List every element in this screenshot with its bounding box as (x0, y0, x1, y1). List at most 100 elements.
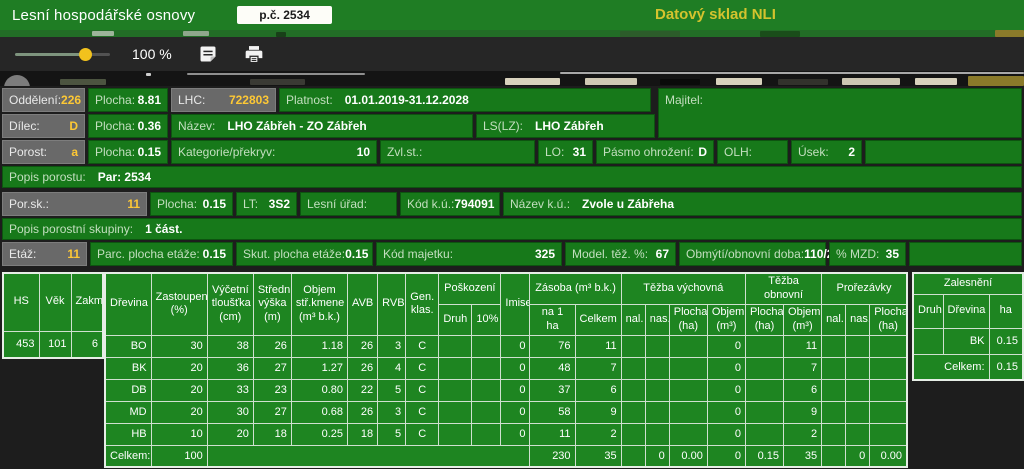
top-header-bar: Lesní hospodářské osnovy p.č. 2534 Datov… (0, 0, 1024, 30)
species-cell: 26 (347, 334, 379, 358)
zoom-level-value: 100 % (132, 46, 172, 62)
species-cell: 38 (206, 334, 254, 358)
species-cell (620, 356, 646, 380)
total-cell: 0 (706, 444, 746, 468)
map-fragment (60, 79, 106, 85)
species-cell (668, 400, 708, 424)
horizontal-scrollbar-thumb[interactable] (560, 72, 1024, 74)
species-cell (471, 378, 502, 402)
species-cell (821, 422, 847, 446)
zalesneni-title: Zalesnění (912, 272, 1024, 295)
col-to-objem: Objem (m³) (783, 303, 823, 336)
zal-total-value: 0.15 (988, 353, 1024, 381)
map-fragment (183, 31, 209, 36)
col-na1ha: na 1 ha (529, 303, 576, 336)
map-fragment (842, 78, 900, 85)
map-toolbar: 100 % (0, 37, 1024, 71)
field-pasmo-ohrozeni: Pásmo ohrožení: D (596, 140, 714, 164)
col-celkem: Celkem (574, 303, 622, 336)
species-cell: 20 (206, 422, 254, 446)
species-cell: 0.80 (290, 378, 349, 402)
vek-header: Věk (38, 272, 72, 332)
species-cell (620, 334, 646, 358)
species-cell (821, 378, 847, 402)
total-cell: 0.00 (869, 444, 908, 468)
species-row: MD 20 30 27 0.68 26 3 C 0 58 9 0 9 (104, 400, 908, 424)
species-cell: 10 (150, 422, 208, 446)
species-cell: 20 (150, 400, 208, 424)
species-cell (744, 378, 785, 402)
species-cell: C (405, 334, 440, 358)
col-stredni-vyska: Střední výška (m) (252, 272, 292, 336)
species-cell: 27 (252, 400, 292, 424)
col-avb: AVB (347, 272, 379, 336)
col-vycetni-tloustka: Výčetní tloušťka (cm) (206, 272, 254, 336)
field-usek: Úsek: 2 (791, 140, 862, 164)
zoom-slider[interactable] (15, 47, 110, 61)
field-porsk: Por.sk.: 11 (2, 192, 147, 216)
field-etaz: Etáž: 11 (2, 242, 87, 266)
species-cell: 20 (150, 378, 208, 402)
species-total-row: Celkem: 100 230 35 0 0.00 0 0.15 35 0 0.00 (104, 444, 908, 468)
col-pr-plocha: Plocha (ha) (869, 303, 908, 336)
printer-icon[interactable] (244, 44, 264, 64)
col-10pct: 10% (471, 303, 502, 336)
horizontal-scrollbar[interactable] (187, 73, 365, 75)
col-pr-nal: nal. (821, 303, 847, 336)
zakm-value: 6 (70, 330, 104, 359)
col-objem-kmene: Objem stř.kmene (m³ b.k.) (290, 272, 349, 336)
species-cell: C (405, 422, 440, 446)
species-cell (869, 356, 908, 380)
field-plocha-porsk: Plocha: 0.15 (150, 192, 233, 216)
field-model-tez: Model. těž. %: 67 (565, 242, 676, 266)
species-cell (845, 400, 871, 424)
col-pr-nas: nas. (845, 303, 871, 336)
zalesneni-row: BK 0.15 (912, 327, 1024, 355)
species-cell: 4 (377, 356, 407, 380)
col-zastoupeni: Zastoupení (%) (150, 272, 208, 336)
species-cell: 0 (500, 400, 531, 424)
species-cell (744, 356, 785, 380)
notes-icon[interactable] (198, 44, 218, 64)
species-cell (668, 334, 708, 358)
species-cell: 0.25 (290, 422, 349, 446)
zoom-slider-handle[interactable] (79, 48, 92, 61)
species-cell (644, 356, 670, 380)
field-nazev: Název: LHO Zábřeh - ZO Zábřeh (171, 114, 473, 138)
species-cell (438, 422, 473, 446)
species-cell (438, 400, 473, 424)
species-cell (744, 400, 785, 424)
total-cell: 230 (529, 444, 576, 468)
species-cell: 0.68 (290, 400, 349, 424)
field-skut-plocha: Skut. plocha etáže: 0.15 (236, 242, 373, 266)
species-cell: 20 (150, 356, 208, 380)
species-cell (644, 400, 670, 424)
zakm-header: Zakm. (70, 272, 104, 332)
species-cell: 33 (206, 378, 254, 402)
species-cell (644, 334, 670, 358)
species-cell (471, 422, 502, 446)
map-fragment (968, 76, 1024, 86)
species-cell: 0 (500, 334, 531, 358)
species-cell: 26 (252, 334, 292, 358)
col-zasoba: Zásoba (m³ b.k.) (529, 272, 622, 305)
species-cell: 37 (529, 378, 576, 402)
zoom-slider-track-filled[interactable] (15, 53, 85, 56)
col-tv-nas: nas. (644, 303, 670, 336)
field-oddeleni: Oddělení: 226 (2, 88, 85, 112)
brand-title: Datový sklad NLI (655, 6, 776, 23)
species-cell (845, 378, 871, 402)
col-prorezavky: Prořezávky (821, 272, 908, 305)
map-fragment (660, 79, 700, 85)
species-cell: 5 (377, 378, 407, 402)
field-mzd: % MZD: 35 (829, 242, 906, 266)
species-cell: BO (104, 334, 152, 358)
total-label: Celkem: (104, 444, 152, 468)
species-cell (620, 422, 646, 446)
parcel-number-badge[interactable]: p.č. 2534 (237, 6, 332, 24)
species-row: DB 20 33 23 0.80 22 5 C 0 37 6 0 6 (104, 378, 908, 402)
species-cell: 58 (529, 400, 576, 424)
total-cell: 35 (574, 444, 622, 468)
species-cell (821, 400, 847, 424)
col-tv-plocha: Plocha (ha) (668, 303, 708, 336)
